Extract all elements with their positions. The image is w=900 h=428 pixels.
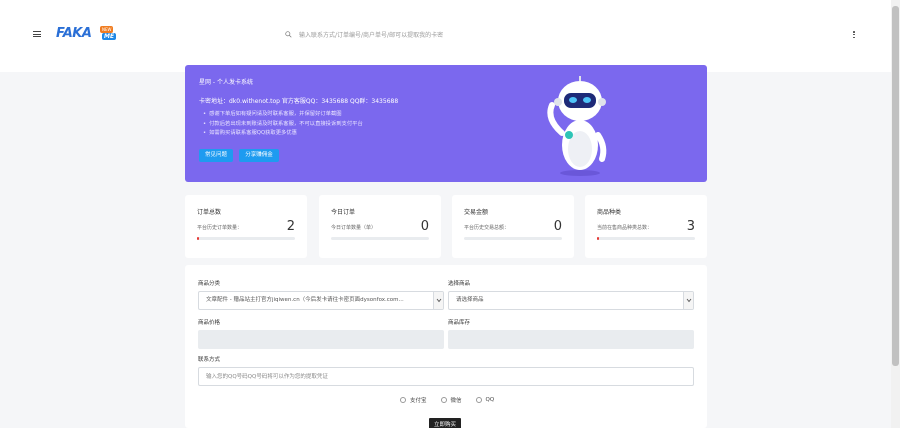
notice-item: 付款后若出现未到账请及时联系客服，不可以直接投诉到支付平台 [203, 120, 363, 130]
search-bar [285, 29, 615, 41]
stat-value: 2 [286, 219, 295, 234]
stat-progress-bar [597, 237, 695, 240]
banner-notice-list: 感谢下单后如有疑问请及时联系客服，并保留好订单截图 付款后若出现未到账请及时联系… [203, 110, 363, 139]
product-selected-value: 请选择商品 [456, 297, 484, 303]
stat-subtitle: 平台历史订单数量： [197, 225, 243, 231]
logo-new-badge: NEW [100, 26, 114, 33]
payment-method-group: 支付宝 微信 QQ [400, 396, 494, 404]
category-label: 商品分类 [198, 281, 221, 287]
search-input[interactable] [299, 29, 615, 41]
stat-card-trade-amount: 交易金额 平台历史交易总额： 0 [452, 195, 574, 258]
price-label: 商品价格 [198, 320, 221, 326]
category-select[interactable]: 文章配件 - 赠品站主打官方jiqiwen.cn（今后发卡请往卡密页面dyson… [198, 291, 444, 310]
price-field [198, 330, 444, 349]
stat-progress-bar [197, 237, 295, 240]
notice-item: 如需购买请联系客服QQ获取更多优惠 [203, 129, 363, 139]
banner-title: 星网 - 个人发卡系统 [199, 79, 253, 86]
stock-label: 商品库存 [448, 320, 471, 326]
stat-value: 3 [686, 219, 695, 234]
stat-progress-fill [197, 237, 199, 240]
buy-now-button[interactable]: 立即购买 [429, 418, 462, 428]
stat-subtitle: 当前在售商品种类总数： [597, 225, 653, 231]
stat-progress-bar [464, 237, 562, 240]
logo-text: FAKA [56, 26, 92, 41]
logo-suffix: ME [102, 33, 117, 40]
scrollbar-thumb[interactable] [892, 6, 899, 366]
stat-title: 今日订单 [331, 209, 356, 216]
stat-progress-fill [597, 237, 599, 240]
stat-title: 交易金额 [464, 209, 489, 216]
radio-button[interactable] [440, 397, 447, 403]
stock-field [448, 330, 694, 349]
chevron-down-icon[interactable] [433, 292, 443, 309]
stat-card-orders: 订单总数 平台历史订单数量： 2 [185, 195, 307, 258]
top-header: FAKA NEW ME [0, 0, 891, 72]
notice-item: 感谢下单后如有疑问请及时联系客服，并保留好订单截图 [203, 110, 363, 120]
banner-contact-info: 卡密地址：dk0.withenot.top 官方客服QQ：3435688 QQ群… [199, 98, 399, 105]
contact-input[interactable] [198, 367, 694, 386]
stat-progress-bar [331, 237, 429, 240]
more-options-icon[interactable] [853, 31, 856, 39]
stat-title: 订单总数 [197, 209, 222, 216]
site-logo[interactable]: FAKA NEW ME [56, 26, 117, 42]
payment-option-label: 微信 [450, 398, 462, 404]
stat-subtitle: 平台历史交易总额： [464, 225, 510, 231]
stat-card-today-orders: 今日订单 今日订单数量（单） 0 [319, 195, 441, 258]
chevron-down-icon[interactable] [683, 292, 693, 309]
category-selected-value: 文章配件 - 赠品站主打官方jiqiwen.cn（今后发卡请往卡密页面dyson… [206, 297, 404, 303]
payment-option-label: 支付宝 [410, 398, 427, 404]
hamburger-menu-icon[interactable] [33, 31, 41, 38]
share-button[interactable]: 分享赚佣金 [239, 149, 279, 162]
payment-option-label: QQ [485, 397, 495, 403]
stat-title: 商品种类 [597, 209, 622, 216]
robot-illustration [547, 76, 607, 176]
faq-button[interactable]: 常见问题 [199, 149, 233, 162]
page-scrollbar[interactable] [891, 0, 900, 428]
stat-subtitle: 今日订单数量（单） [331, 225, 377, 231]
stat-value: 0 [553, 219, 562, 234]
payment-option-wechat[interactable]: 微信 [440, 396, 462, 404]
stat-card-product-types: 商品种类 当前在售商品种类总数： 3 [585, 195, 707, 258]
radio-button[interactable] [400, 397, 406, 403]
payment-option-alipay[interactable]: 支付宝 [400, 396, 427, 404]
radio-button[interactable] [475, 397, 482, 403]
payment-option-qq[interactable]: QQ [475, 396, 495, 404]
product-label: 选择商品 [448, 281, 471, 287]
stat-value: 0 [420, 219, 429, 234]
search-icon [285, 31, 292, 38]
announcement-banner: 星网 - 个人发卡系统 卡密地址：dk0.withenot.top 官方客服QQ… [185, 65, 707, 182]
contact-label: 联系方式 [198, 357, 221, 363]
product-select[interactable]: 请选择商品 [448, 291, 694, 310]
order-form: 商品分类 文章配件 - 赠品站主打官方jiqiwen.cn（今后发卡请往卡密页面… [185, 265, 707, 428]
